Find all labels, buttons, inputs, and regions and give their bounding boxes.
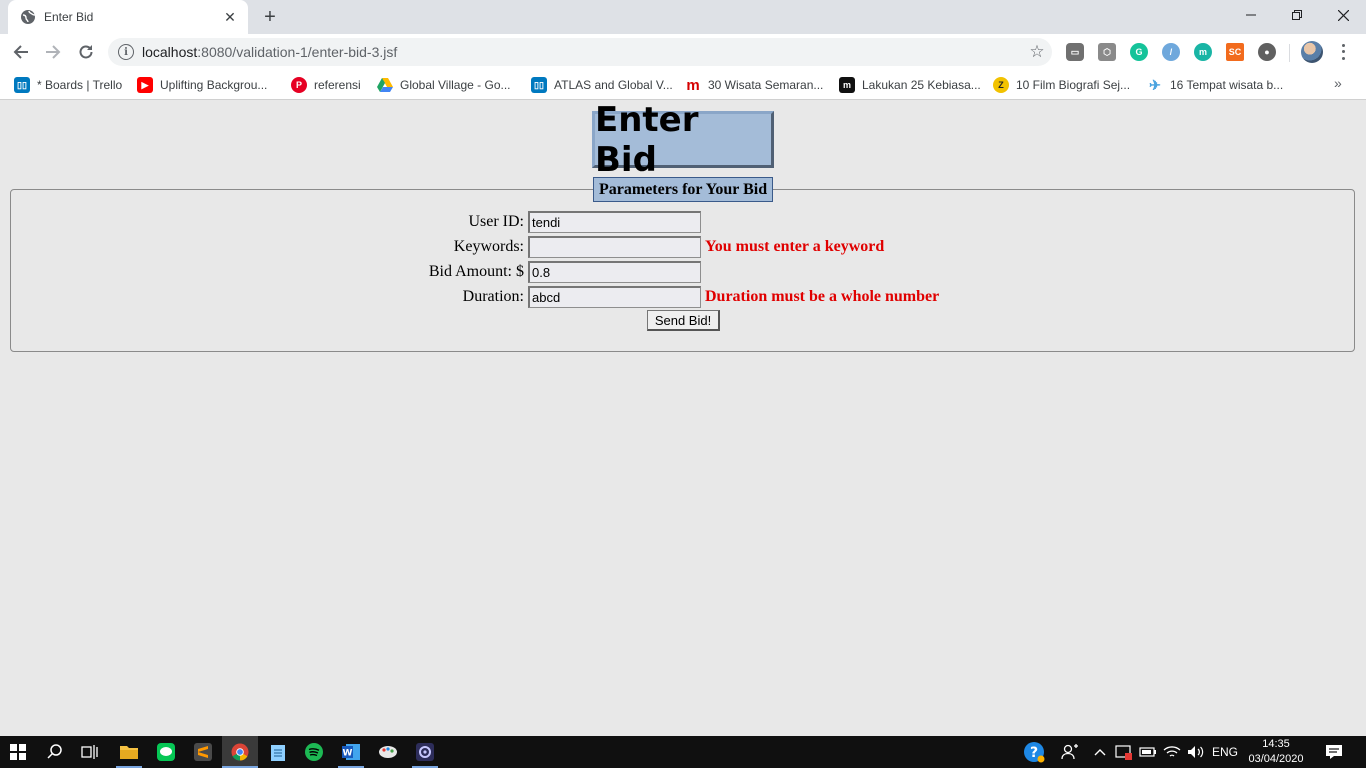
input-language[interactable]: ENG: [1212, 736, 1238, 768]
bid-amount-input[interactable]: [528, 261, 701, 283]
people-icon[interactable]: [1058, 740, 1082, 764]
browser-menu-icon[interactable]: [1336, 42, 1350, 62]
forward-icon[interactable]: [40, 39, 66, 65]
bid-amount-label: Bid Amount: $: [428, 263, 524, 280]
bid-parameters-fieldset: Parameters for Your Bid User ID: Keyword…: [10, 177, 1356, 352]
tab-strip: Enter Bid ✕ +: [0, 0, 1366, 34]
wifi-icon[interactable]: [1160, 740, 1184, 764]
volume-icon[interactable]: [1184, 740, 1208, 764]
bookmarks-bar: ▯▯ * Boards | Trello ▶ Uplifting Backgro…: [0, 70, 1366, 100]
user-id-label: User ID:: [468, 213, 524, 230]
site-info-icon[interactable]: i: [118, 44, 134, 60]
browser-toolbar: i localhost:8080/validation-1/enter-bid-…: [0, 34, 1366, 70]
extension-circle-icon[interactable]: ●: [1258, 43, 1276, 61]
minimize-button[interactable]: [1228, 0, 1274, 30]
restore-button[interactable]: [1274, 0, 1320, 30]
bookmark-item[interactable]: ✈ 16 Tempat wisata b...: [1147, 76, 1283, 94]
chrome-icon[interactable]: [228, 740, 252, 764]
page-content: Enter Bid Parameters for Your Bid User I…: [0, 100, 1366, 736]
address-bar[interactable]: i localhost:8080/validation-1/enter-bid-…: [108, 38, 1052, 66]
bookmark-item[interactable]: m 30 Wisata Semaran...: [685, 76, 823, 94]
bookmark-item[interactable]: P referensi: [291, 76, 361, 94]
form-row-user-id: User ID:: [11, 210, 1356, 234]
bookmark-item[interactable]: ▯▯ * Boards | Trello: [14, 76, 122, 94]
duration-label: Duration:: [462, 288, 524, 305]
show-hidden-icons-chevron[interactable]: [1088, 740, 1112, 764]
notepad-icon[interactable]: [266, 740, 290, 764]
grammarly-icon[interactable]: G: [1130, 43, 1148, 61]
system-clock[interactable]: 14:35 03/04/2020: [1246, 737, 1306, 767]
battery-icon[interactable]: [1136, 740, 1160, 764]
notifications-icon[interactable]: [1322, 740, 1346, 764]
svg-text:W: W: [343, 749, 353, 759]
svg-text:?: ?: [1030, 745, 1038, 761]
duration-input[interactable]: [528, 286, 701, 308]
form-row-bid-amount: Bid Amount: $: [11, 260, 1356, 284]
keywords-input[interactable]: [528, 236, 701, 258]
bookmark-item[interactable]: Global Village - Go...: [377, 76, 511, 94]
help-icon[interactable]: ?: [1022, 740, 1046, 764]
tab-title: Enter Bid: [44, 10, 94, 24]
reload-icon[interactable]: [73, 39, 99, 65]
search-icon[interactable]: [43, 740, 67, 764]
profile-avatar[interactable]: [1301, 41, 1323, 63]
bookmark-item[interactable]: m Lakukan 25 Kebiasa...: [839, 76, 981, 94]
duration-error-message: Duration must be a whole number: [705, 288, 940, 305]
extension-chat-icon[interactable]: ▭: [1066, 43, 1084, 61]
trello-icon: ▯▯: [14, 77, 30, 93]
file-explorer-icon[interactable]: [117, 740, 141, 764]
google-drive-icon: [377, 77, 393, 93]
extension-feather-icon[interactable]: /: [1162, 43, 1180, 61]
back-icon[interactable]: [8, 39, 34, 65]
keywords-label: Keywords:: [453, 238, 524, 255]
bookmark-item[interactable]: ▯▯ ATLAS and Global V...: [531, 76, 673, 94]
toolbar-divider: [1289, 44, 1290, 62]
line-app-icon[interactable]: [154, 740, 178, 764]
sublime-text-icon[interactable]: [191, 740, 215, 764]
trello-icon: ▯▯: [531, 77, 547, 93]
z-coin-icon: Z: [993, 77, 1009, 93]
send-bid-button[interactable]: Send Bid!: [647, 310, 720, 331]
extension-m-icon[interactable]: m: [1194, 43, 1212, 61]
m-black-icon: m: [839, 77, 855, 93]
url-text: localhost:8080/validation-1/enter-bid-3.…: [142, 44, 398, 60]
extension-sc-icon[interactable]: SC: [1226, 43, 1244, 61]
m-red-icon: m: [686, 76, 700, 94]
fieldset-legend: Parameters for Your Bid: [593, 177, 774, 202]
bookmark-item[interactable]: ▶ Uplifting Backgrou...: [137, 76, 267, 94]
pinterest-icon: P: [291, 77, 307, 93]
clock-time: 14:35: [1262, 738, 1290, 750]
bird-icon: ✈: [1149, 76, 1161, 93]
word-icon[interactable]: W: [339, 740, 363, 764]
page-title: Enter Bid: [592, 100, 774, 180]
spotify-icon[interactable]: [302, 740, 326, 764]
close-window-button[interactable]: [1320, 0, 1366, 30]
form-row-keywords: Keywords: You must enter a keyword: [11, 235, 1356, 259]
new-tab-button[interactable]: +: [258, 6, 282, 28]
settings-app-icon[interactable]: [413, 740, 437, 764]
task-view-icon[interactable]: [78, 740, 102, 764]
paint-icon[interactable]: [376, 740, 400, 764]
bookmark-star-icon[interactable]: ☆: [1022, 42, 1052, 62]
windows-start-icon[interactable]: [6, 740, 30, 764]
browser-tab[interactable]: Enter Bid ✕: [8, 0, 248, 34]
form-row-duration: Duration: Duration must be a whole numbe…: [11, 285, 1356, 309]
clock-date: 03/04/2020: [1248, 753, 1304, 765]
windows-taskbar: W ? ENG 14:35 03/04/2020: [0, 736, 1366, 768]
globe-icon: [20, 9, 36, 25]
user-id-input[interactable]: [528, 211, 701, 233]
network-alert-icon[interactable]: [1112, 740, 1136, 764]
extension-cube-icon[interactable]: ⬡: [1098, 43, 1116, 61]
more-bookmarks-icon[interactable]: »: [1334, 75, 1342, 91]
bookmark-item[interactable]: Z 10 Film Biografi Sej...: [993, 76, 1130, 94]
keywords-error-message: You must enter a keyword: [705, 238, 885, 255]
close-tab-icon[interactable]: ✕: [222, 9, 238, 25]
youtube-icon: ▶: [137, 77, 153, 93]
